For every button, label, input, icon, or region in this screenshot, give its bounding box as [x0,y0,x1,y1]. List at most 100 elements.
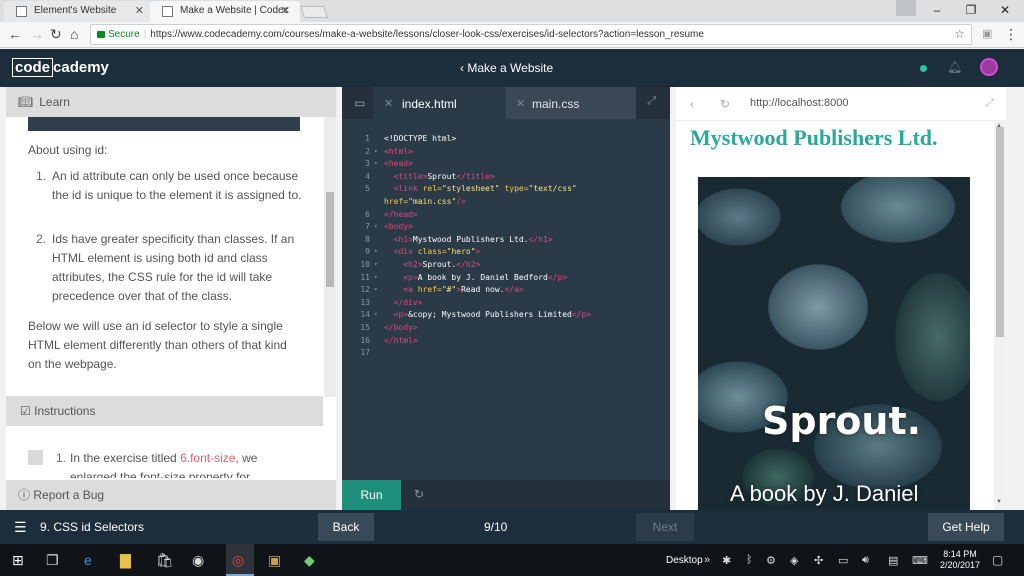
checkbox-icon: ☑ [20,404,31,418]
expand-icon[interactable]: ⤢ [647,95,656,108]
learn-header[interactable]: 📖︎ Learn [6,87,336,117]
reset-icon[interactable]: ↻ [414,487,424,501]
home-icon[interactable]: ⌂ [70,26,78,42]
course-breadcrumb[interactable]: ‹ Make a Website [460,61,553,75]
network-icon[interactable]: ▤ [888,554,898,567]
task-text: In the exercise titled 6.font-size, we [70,451,258,465]
point-text: Ids have greater specificity than classe… [52,232,295,246]
preview-expand-icon[interactable]: ⤢ [985,97,994,110]
extension-icon[interactable]: ▣ [982,26,992,42]
browser-preview: ‹ ↻ http://localhost:8000 ⤢ Mystwood Pub… [676,87,1006,510]
code-snippet-bar [28,117,300,131]
preview-reload-icon[interactable]: ↻ [720,97,730,111]
book-icon: 📖︎ [18,95,34,109]
close-window-icon[interactable]: ✕ [988,0,1022,22]
file-explorer-icon[interactable]: ▇ [120,552,131,569]
windows-start-icon[interactable]: ⊞ [12,552,24,569]
preview-back-icon[interactable]: ‹ [690,97,694,111]
hero-image: Sprout. A book by J. Daniel [698,177,970,510]
lesson-nav: ☰ 9. CSS id Selectors Back 9/10 Next Get… [0,510,1024,544]
tab-main-css[interactable]: ✕ main.css [506,87,636,119]
back-button[interactable]: Back [318,513,374,541]
lesson-progress: 9/10 [484,520,508,534]
tab-index-html[interactable]: ✕ index.html [374,87,506,119]
run-button[interactable]: Run [342,480,401,510]
editor-footer: Run ↻ [342,480,670,510]
list-number: 1. [36,169,47,183]
app-icon[interactable]: ▣ [268,552,281,569]
list-number: 2. [36,232,47,246]
windows-taskbar: ⊞ ❐ e ▇ 🛍︎ ◉ ◎ ▣ ◆ Desktop » ✱ ᛒ ⚙ ◈ ✣ ▭… [0,544,1024,576]
tray-icon[interactable]: ✣ [814,554,823,567]
app-icon[interactable]: ◆ [304,552,315,569]
notification-bell-icon[interactable]: 🔔︎ [947,60,962,74]
close-tab-icon[interactable]: ✕ [281,1,290,21]
codecademy-logo[interactable]: code cademy [12,58,109,77]
new-tab-button[interactable] [299,6,329,18]
edge-icon[interactable]: e [84,552,92,568]
learn-scrollbar-thumb[interactable] [326,192,334,287]
bookmark-star-icon[interactable]: ☆ [954,25,965,44]
preview-toolbar: ‹ ↻ http://localhost:8000 ⤢ [676,87,1006,121]
bluetooth-icon[interactable]: ᛒ [746,554,753,566]
close-tab-icon[interactable]: ✕ [135,1,144,21]
desktop-toolbar[interactable]: Desktop [666,555,703,566]
get-help-button[interactable]: Get Help [928,513,1004,541]
volume-icon[interactable]: 🔊︎ [862,554,869,567]
point-text: HTML element is using both id and class [52,251,268,265]
maximize-icon[interactable]: ❐ [954,0,988,22]
url-text: https://www.codecademy.com/courses/make-… [150,29,704,40]
lesson-title[interactable]: 9. CSS id Selectors [40,520,144,534]
hero-subtitle: A book by J. Daniel [730,481,919,506]
task-link[interactable]: 6.font-size [180,451,235,465]
report-bug-button[interactable]: ⓘ Report a Bug [6,480,336,510]
scroll-down-icon[interactable]: ▼ [996,499,1002,505]
task-view-icon[interactable]: ❐ [46,552,59,569]
notifications-icon[interactable]: ▢ [992,553,1003,567]
tray-icon[interactable]: ✱ [722,554,731,567]
minimize-icon[interactable]: – [920,0,954,22]
task-text: enlarged the font-size property for [70,470,251,478]
menu-icon[interactable]: ☰ [14,519,27,536]
tray-icon[interactable]: ◈ [790,554,798,567]
tab-title: Element's Website [34,5,117,16]
folder-icon[interactable]: ▭ [354,96,365,110]
menu-dots-icon[interactable]: ⋮ [1004,26,1018,42]
chevron-icon[interactable]: » [704,554,710,566]
point-text: attributes, the CSS rule for the id will… [52,270,273,284]
instructions-header[interactable]: ☑ Instructions [6,396,323,426]
avatar[interactable] [980,58,998,76]
learn-panel: 📖︎ Learn About using id: 1. An id attribu… [6,87,336,510]
keyboard-icon[interactable]: ⌨ [912,554,928,567]
task-checkbox[interactable] [28,450,43,465]
reload-icon[interactable]: ↻ [50,26,62,42]
store-icon[interactable]: 🛍︎ [156,552,174,569]
close-file-icon[interactable]: ✕ [384,87,393,121]
battery-icon[interactable]: ▭ [838,554,848,567]
close-file-icon[interactable]: ✕ [516,87,525,121]
address-bar[interactable]: Secure | https://www.codecademy.com/course… [90,24,972,45]
browser-tab[interactable]: Element's Website ✕ [4,1,154,22]
outro-text: HTML element differently than others of … [28,338,287,352]
tray-icon[interactable]: ⚙ [766,554,776,567]
preview-scrollbar-thumb[interactable] [996,127,1004,337]
tab-title: Make a Website | Codec [180,5,289,16]
back-arrow-icon[interactable]: ← [8,26,22,42]
page-icon [162,6,173,17]
forward-arrow-icon[interactable]: → [30,26,44,42]
separator: | [143,29,147,40]
secure-label: Secure [108,29,140,40]
point-text: precedence over that of the class. [52,289,233,303]
next-button[interactable]: Next [636,513,694,541]
preview-heading: Mystwood Publishers Ltd. [690,125,938,150]
outro-text: on the webpage. [28,357,117,371]
user-profile-icon[interactable] [896,0,916,16]
task-number: 1. [56,451,67,465]
point-text: An id attribute can only be used once be… [52,169,299,183]
app-icon[interactable]: ◉ [192,552,204,569]
clock[interactable]: 8:14 PM 2/20/2017 [940,549,980,571]
scroll-up-icon[interactable]: ▲ [996,123,1002,129]
lock-icon [97,31,105,38]
browser-tab-active[interactable]: Make a Website | Codec ✕ [150,1,300,22]
chrome-icon[interactable]: ◎ [232,552,244,569]
